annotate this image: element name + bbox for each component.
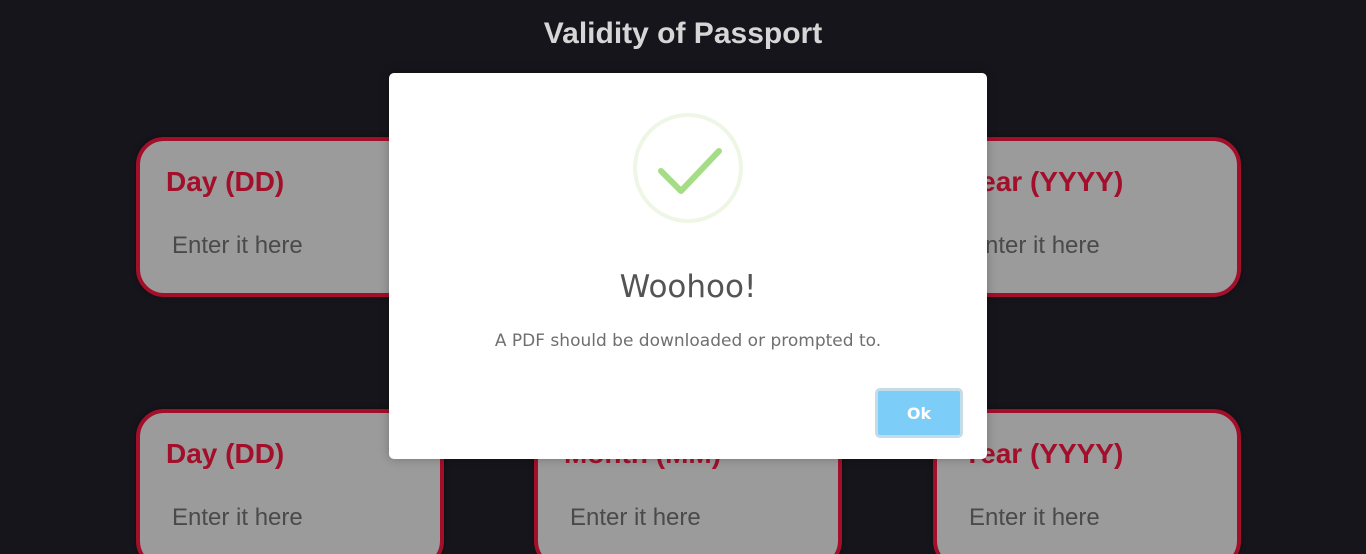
ok-button[interactable]: Ok [875,388,963,438]
checkmark-icon [658,148,722,194]
page: Validity of Passport Day (DD) Year (YYYY… [0,0,1366,554]
success-icon-ring [633,113,743,223]
dialog-title: Woohoo! [619,269,757,305]
success-dialog: Woohoo! A PDF should be downloaded or pr… [389,73,987,459]
dialog-message: A PDF should be downloaded or prompted t… [494,331,882,351]
